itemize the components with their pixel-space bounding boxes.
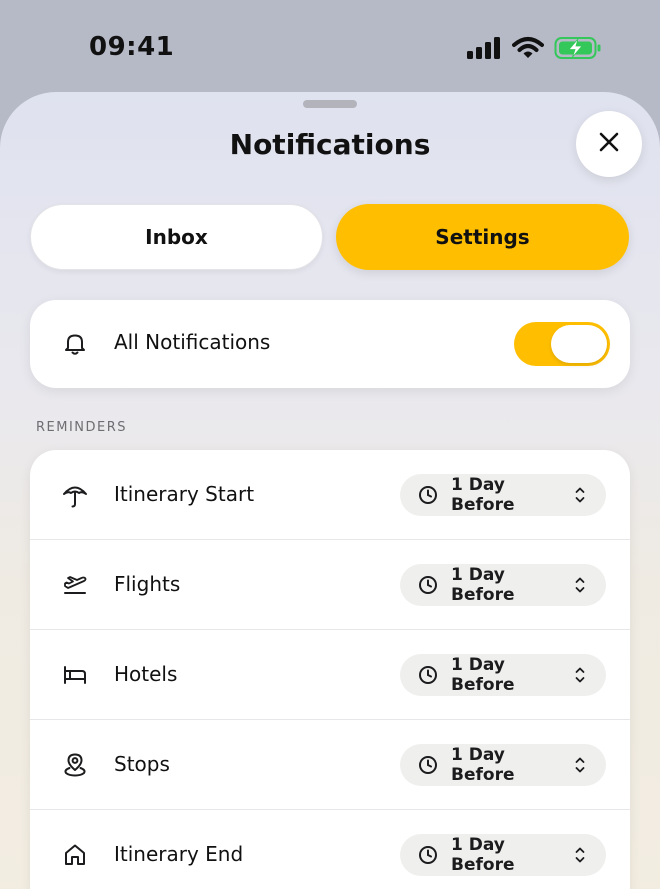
signal-icon [466,37,502,63]
tab-bar: Inbox Settings [30,204,630,270]
clock-icon [418,755,438,775]
clock-icon [418,485,438,505]
reminder-label: Itinerary End [114,842,244,866]
reminder-timing-select[interactable]: 1 Day Before [400,474,606,516]
page-title: Notifications [229,128,431,161]
bell-icon [62,331,88,357]
chevron-up-down-icon [574,755,586,775]
status-bar: 09:41 [0,0,660,95]
reminder-timing-value: 1 Day Before [451,475,515,515]
reminder-timing-value: 1 Day Before [451,565,515,605]
reminder-label: Itinerary Start [114,482,255,506]
reminder-timing-value: 1 Day Before [451,655,515,695]
all-notifications-toggle[interactable] [514,322,610,366]
reminder-label: Stops [114,752,170,776]
reminder-row-itinerary-end: Itinerary End 1 Day Before [30,810,630,889]
status-icons [466,36,602,64]
reminder-timing-value: 1 Day Before [451,745,515,785]
reminder-label: Hotels [114,662,178,686]
status-time: 09:41 [89,32,175,62]
bed-icon [62,662,88,688]
toggle-knob [551,325,607,363]
chevron-up-down-icon [574,575,586,595]
reminder-timing-value: 1 Day Before [451,835,515,875]
umbrella-icon [62,482,88,508]
clock-icon [418,845,438,865]
clock-icon [418,575,438,595]
reminder-row-hotels: Hotels 1 Day Before [30,630,630,720]
reminder-timing-select[interactable]: 1 Day Before [400,834,606,876]
all-notifications-row: All Notifications [30,300,630,388]
reminder-timing-select[interactable]: 1 Day Before [400,564,606,606]
reminder-row-flights: Flights 1 Day Before [30,540,630,630]
reminders-section-title: REMINDERS [36,420,128,435]
close-button[interactable] [576,111,642,177]
plane-takeoff-icon [62,572,88,598]
wifi-icon [512,36,544,64]
reminder-row-stops: Stops 1 Day Before [30,720,630,810]
close-icon [599,132,619,156]
tab-inbox[interactable]: Inbox [30,204,323,270]
clock-icon [418,665,438,685]
battery-charging-icon [554,36,602,64]
reminder-label: Flights [114,572,181,596]
chevron-up-down-icon [574,485,586,505]
reminder-timing-select[interactable]: 1 Day Before [400,654,606,696]
sheet-grabber[interactable] [303,100,357,108]
home-icon [62,842,88,868]
map-pin-icon [62,752,88,778]
notifications-sheet: Notifications Inbox Settings All Notific… [0,92,660,889]
chevron-up-down-icon [574,665,586,685]
reminder-row-itinerary-start: Itinerary Start 1 Day Before [30,450,630,540]
tab-settings[interactable]: Settings [336,204,629,270]
all-notifications-label: All Notifications [114,330,271,354]
chevron-up-down-icon [574,845,586,865]
reminders-card: Itinerary Start 1 Day Before Flights 1 D… [30,450,630,889]
reminder-timing-select[interactable]: 1 Day Before [400,744,606,786]
